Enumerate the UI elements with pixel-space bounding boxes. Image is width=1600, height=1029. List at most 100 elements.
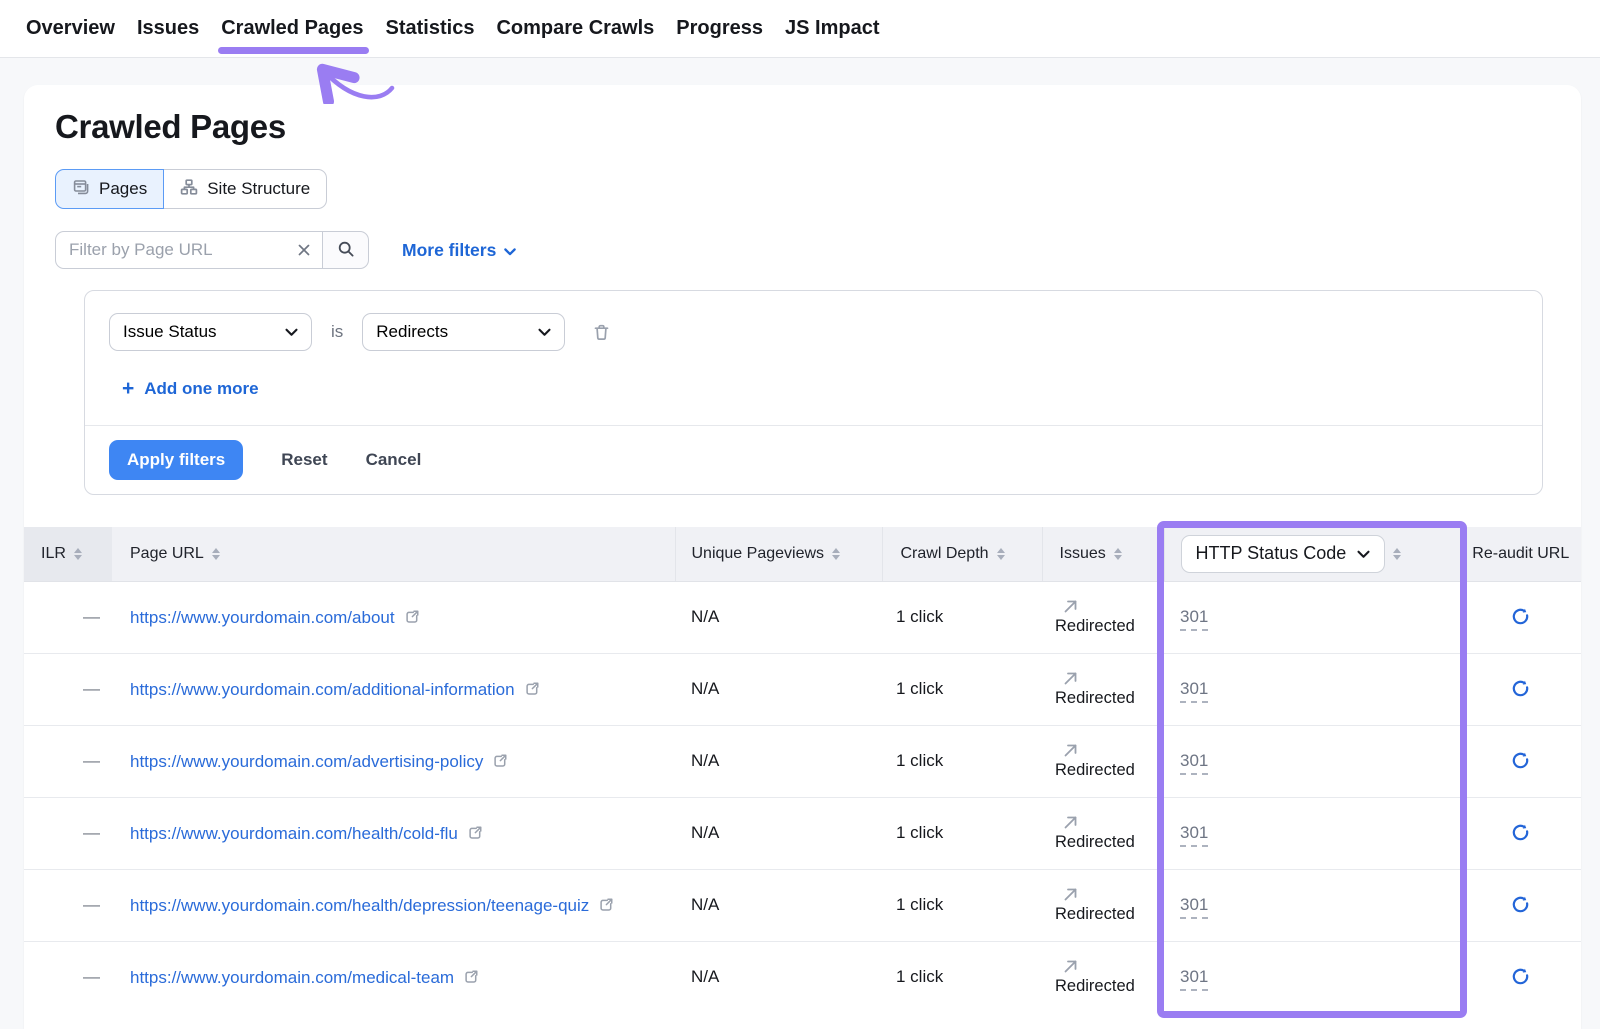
page-url-link[interactable]: https://www.yourdomain.com/health/cold-f…	[130, 822, 458, 845]
table-row: — https://www.yourdomain.com/health/cold-…	[24, 797, 1581, 869]
status-code-value[interactable]: 301	[1180, 895, 1208, 919]
reaudit-button[interactable]	[1506, 890, 1535, 919]
issues-cell: Redirected	[1042, 941, 1164, 1013]
column-header-page-url: Page URL	[112, 527, 675, 581]
external-link-icon[interactable]	[524, 681, 540, 697]
tab-statistics[interactable]: Statistics	[386, 0, 475, 57]
external-link-icon[interactable]	[404, 609, 420, 625]
add-one-more-button[interactable]: + Add one more	[85, 351, 259, 425]
table-row: — https://www.yourdomain.com/advertising-…	[24, 725, 1581, 797]
page-url-cell: https://www.yourdomain.com/medical-team	[112, 941, 675, 1013]
page-url-link[interactable]: https://www.yourdomain.com/additional-in…	[130, 678, 515, 701]
ilr-value: —	[83, 823, 100, 842]
tab-progress[interactable]: Progress	[676, 0, 763, 57]
status-code-value[interactable]: 301	[1180, 751, 1208, 775]
ilr-value: —	[83, 607, 100, 626]
page-url-link[interactable]: https://www.yourdomain.com/about	[130, 606, 395, 629]
ilr-cell: —	[24, 653, 112, 725]
page-url-cell: https://www.yourdomain.com/additional-in…	[112, 653, 675, 725]
issues-cell: Redirected	[1042, 725, 1164, 797]
tab-crawled-pages[interactable]: Crawled Pages	[221, 0, 363, 57]
delete-filter-button[interactable]	[592, 323, 611, 342]
refresh-icon	[1510, 903, 1531, 918]
more-filters-button[interactable]: More filters	[402, 240, 516, 261]
redirect-arrow-icon	[1062, 958, 1079, 975]
refresh-icon	[1510, 759, 1531, 774]
issue-label: Redirected	[1055, 833, 1135, 852]
reaudit-cell	[1460, 581, 1581, 653]
site-structure-view-button[interactable]: Site Structure	[163, 169, 327, 209]
sort-icon[interactable]	[212, 548, 220, 560]
ilr-value: —	[83, 967, 100, 986]
page-url-cell: https://www.yourdomain.com/health/cold-f…	[112, 797, 675, 869]
reaudit-button[interactable]	[1506, 746, 1535, 775]
external-link-icon[interactable]	[598, 897, 614, 913]
add-one-more-label: Add one more	[144, 379, 258, 399]
reaudit-button[interactable]	[1506, 674, 1535, 703]
http-status-code-dropdown[interactable]: HTTP Status Code	[1181, 535, 1386, 573]
page-url-link[interactable]: https://www.yourdomain.com/health/depres…	[130, 894, 589, 917]
sort-icon[interactable]	[74, 548, 82, 560]
table-row: — https://www.yourdomain.com/additional-i…	[24, 653, 1581, 725]
sort-icon[interactable]	[997, 548, 1005, 560]
table-row: —https://www.yourdomain.com/aboutN/A1 cl…	[24, 581, 1581, 653]
external-link-icon[interactable]	[467, 825, 483, 841]
redirect-arrow-icon	[1062, 742, 1079, 759]
search-icon	[337, 240, 355, 261]
sort-icon[interactable]	[832, 548, 840, 560]
reaudit-cell	[1460, 869, 1581, 941]
site-structure-icon	[180, 178, 198, 201]
tab-compare-crawls[interactable]: Compare Crawls	[496, 0, 654, 57]
pages-view-button[interactable]: Pages	[55, 169, 164, 209]
crawl-depth-cell: 1 click	[882, 869, 1042, 941]
reset-button[interactable]: Reset	[281, 450, 327, 470]
clear-icon[interactable]	[297, 243, 311, 257]
filter-value-value: Redirects	[376, 322, 448, 342]
ilr-cell: —	[24, 941, 112, 1013]
status-code-value[interactable]: 301	[1180, 607, 1208, 631]
unique-pageviews-cell: N/A	[675, 653, 882, 725]
table-row: — https://www.yourdomain.com/medical-team…	[24, 941, 1581, 1013]
site-structure-view-label: Site Structure	[207, 179, 310, 199]
sort-icon[interactable]	[1114, 548, 1122, 560]
external-link-icon[interactable]	[492, 753, 508, 769]
page-url-link[interactable]: https://www.yourdomain.com/advertising-p…	[130, 750, 483, 773]
filter-value-select[interactable]: Redirects	[362, 313, 565, 351]
status-code-value[interactable]: 301	[1180, 679, 1208, 703]
page-url-cell: https://www.yourdomain.com/advertising-p…	[112, 725, 675, 797]
reaudit-button[interactable]	[1506, 818, 1535, 847]
pages-view-label: Pages	[99, 179, 147, 199]
tab-issues[interactable]: Issues	[137, 0, 199, 57]
reaudit-button[interactable]	[1506, 962, 1535, 991]
refresh-icon	[1510, 975, 1531, 990]
ilr-value: —	[83, 751, 100, 770]
page-url-link[interactable]: https://www.yourdomain.com/medical-team	[130, 966, 454, 989]
reaudit-button[interactable]	[1506, 602, 1535, 631]
issues-cell: Redirected	[1042, 581, 1164, 653]
tab-overview[interactable]: Overview	[26, 0, 115, 57]
status-code-value[interactable]: 301	[1180, 967, 1208, 991]
plus-icon: +	[122, 381, 134, 397]
page-url-filter-input[interactable]	[55, 231, 323, 269]
redirect-arrow-icon	[1062, 814, 1079, 831]
external-link-icon[interactable]	[463, 969, 479, 985]
chevron-down-icon	[538, 322, 551, 342]
apply-filters-button[interactable]: Apply filters	[109, 440, 243, 480]
cancel-button[interactable]: Cancel	[366, 450, 422, 470]
search-button[interactable]	[322, 231, 369, 269]
ilr-cell: —	[24, 581, 112, 653]
issue-label: Redirected	[1055, 689, 1135, 708]
unique-pageviews-cell: N/A	[675, 581, 882, 653]
column-header-reaudit-url: Re-audit URL	[1460, 527, 1581, 581]
issue-label: Redirected	[1055, 761, 1135, 780]
filter-builder-panel: Issue Status is Redirects	[84, 290, 1543, 495]
more-filters-label: More filters	[402, 240, 496, 261]
status-code-value[interactable]: 301	[1180, 823, 1208, 847]
tab-js-impact[interactable]: JS Impact	[785, 0, 879, 57]
page-url-cell: https://www.yourdomain.com/about	[112, 581, 675, 653]
filter-field-select[interactable]: Issue Status	[109, 313, 312, 351]
chevron-down-icon	[504, 240, 516, 261]
sort-icon[interactable]	[1393, 548, 1401, 560]
reaudit-cell	[1460, 653, 1581, 725]
refresh-icon	[1510, 831, 1531, 846]
